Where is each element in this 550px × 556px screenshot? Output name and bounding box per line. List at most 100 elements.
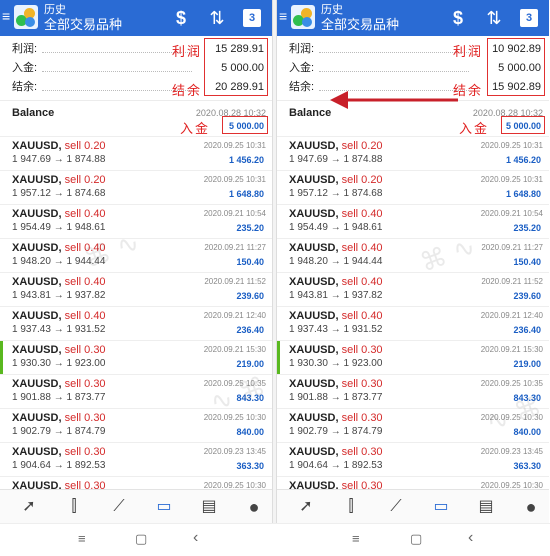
trade-symbol: XAUUSD, [12, 276, 62, 288]
trade-row[interactable]: XAUUSD, sell 0.30 1 930.30 → 1 923.00 2020… [277, 340, 549, 375]
highlight-box [204, 38, 268, 96]
trade-date: 2020.09.21 10:54 [203, 209, 266, 218]
page-title: 历史 [44, 4, 66, 16]
trade-row[interactable]: XAUUSD, sell 0.20 1 947.69 → 1 874.88 2020… [277, 136, 549, 170]
trade-row[interactable]: XAUUSD, sell 0.40 1 948.20 → 1 944.44 2020… [0, 238, 272, 272]
summary-label: 结余: [12, 81, 38, 93]
chat-icon[interactable]: ● [518, 495, 544, 519]
trade-prices: 1 954.49 → 1 948.61 [12, 222, 106, 233]
trade-row[interactable]: XAUUSD, sell 0.30 1 901.88 → 1 873.77 2020… [0, 374, 272, 408]
trade-side: sell 0.40 [64, 242, 106, 254]
trade-side: sell 0.30 [64, 344, 106, 356]
trade-row[interactable]: XAUUSD, sell 0.30 1 901.88 → 1 873.77 2020… [277, 374, 549, 408]
trade-row[interactable]: XAUUSD, sell 0.40 1 954.49 → 1 948.61 2020… [0, 204, 272, 238]
trade-symbol: XAUUSD, [289, 276, 339, 288]
trade-profit: 150.40 [513, 257, 541, 267]
trade-date: 2020.09.21 11:27 [481, 243, 543, 252]
trade-prices: 1 948.20 → 1 944.44 [12, 256, 106, 267]
trend-lines-icon[interactable]: ⟋ [383, 495, 409, 519]
trade-row[interactable]: XAUUSD, sell 0.20 1 957.12 → 1 874.68 2020… [0, 170, 272, 204]
trade-symbol-line: XAUUSD, sell 0.20 [12, 140, 106, 152]
chart-arrow-icon[interactable]: ➚ [16, 495, 42, 519]
trade-date: 2020.09.25 10:31 [203, 175, 266, 184]
trade-row[interactable]: XAUUSD, sell 0.20 1 957.12 → 1 874.68 2020… [277, 170, 549, 204]
trade-date: 2020.09.25 10:30 [480, 413, 543, 422]
trade-row[interactable]: XAUUSD, sell 0.40 1 937.43 → 1 931.52 2020… [0, 306, 272, 340]
trade-side: sell 0.30 [341, 344, 383, 356]
sort-icon[interactable]: ⇅ [483, 8, 505, 28]
trade-date: 2020.09.23 13:45 [203, 447, 266, 456]
sort-icon[interactable]: ⇅ [206, 8, 228, 28]
news-icon[interactable]: ▤ [473, 495, 499, 519]
trade-prices: 1 943.81 → 1 937.82 [289, 290, 383, 301]
trade-symbol: XAUUSD, [12, 140, 62, 152]
trade-symbol: XAUUSD, [12, 208, 62, 220]
home-button[interactable]: ▢ [135, 531, 147, 547]
candlestick-icon[interactable]: ⫿ [338, 495, 364, 519]
trade-prices: 1 904.64 → 1 892.53 [289, 460, 383, 471]
trade-profit: 840.00 [236, 427, 264, 437]
trade-row[interactable]: XAUUSD, sell 0.30 1 902.79 → 1 874.79 2020… [0, 408, 272, 442]
trade-symbol-line: XAUUSD, sell 0.20 [289, 174, 383, 186]
chat-icon[interactable]: ● [241, 495, 267, 519]
calendar-icon[interactable]: 3 [520, 9, 538, 27]
dollar-exchange-icon[interactable]: $ [447, 8, 469, 28]
trade-row[interactable]: XAUUSD, sell 0.20 1 947.69 → 1 874.88 2020… [0, 136, 272, 170]
calendar-icon[interactable]: 3 [243, 9, 261, 27]
recent-apps-button[interactable]: ≡ [352, 531, 360, 546]
news-icon[interactable]: ▤ [196, 495, 222, 519]
history-panel-left: ≡ 历史 全部交易品种 $ ⇅ 3 利润: 15 289.91 入金: 5 00… [0, 0, 272, 523]
trade-row[interactable]: XAUUSD, sell 0.40 1 943.81 → 1 937.82 2020… [0, 272, 272, 306]
trade-profit: 239.60 [513, 291, 541, 301]
back-button[interactable]: ‹ [193, 529, 198, 547]
symbol-filter[interactable]: 全部交易品种 [321, 17, 399, 32]
trade-symbol-line: XAUUSD, sell 0.30 [12, 344, 106, 356]
trade-row[interactable]: XAUUSD, sell 0.40 1 943.81 → 1 937.82 2020… [277, 272, 549, 306]
trade-row[interactable]: XAUUSD, sell 0.40 1 954.49 → 1 948.61 2020… [277, 204, 549, 238]
trade-prices: 1 901.88 → 1 873.77 [289, 392, 383, 403]
page-title: 历史 [321, 4, 343, 16]
trade-prices: 1 902.79 → 1 874.79 [289, 426, 383, 437]
trade-row[interactable]: XAUUSD, sell 0.30 1 904.64 → 1 892.53 2020… [0, 442, 272, 476]
trade-symbol: XAUUSD, [289, 310, 339, 322]
trade-prices: 1 937.43 → 1 931.52 [12, 324, 106, 335]
trade-date: 2020.09.21 11:27 [204, 243, 266, 252]
home-button[interactable]: ▢ [410, 531, 422, 547]
trade-side: sell 0.30 [64, 446, 106, 458]
symbol-filter[interactable]: 全部交易品种 [44, 17, 122, 32]
trade-symbol-line: XAUUSD, sell 0.40 [12, 310, 106, 322]
trade-row[interactable]: XAUUSD, sell 0.30 1 904.64 → 1 892.53 2020… [277, 442, 549, 476]
trade-row[interactable]: XAUUSD, sell 0.40 1 948.20 → 1 944.44 2020… [277, 238, 549, 272]
inbox-icon[interactable]: ▭ [428, 495, 454, 519]
menu-icon[interactable]: ≡ [2, 9, 10, 23]
app-bar: ≡ 历史 全部交易品种 $ ⇅ 3 [0, 0, 272, 36]
dollar-exchange-icon[interactable]: $ [170, 8, 192, 28]
inbox-icon[interactable]: ▭ [151, 495, 177, 519]
annotation-balance: 结余 [172, 84, 203, 99]
trend-lines-icon[interactable]: ⟋ [106, 495, 132, 519]
candlestick-icon[interactable]: ⫿ [61, 495, 87, 519]
trade-date: 2020.09.21 11:52 [204, 277, 266, 286]
trade-prices: 1 947.69 → 1 874.88 [289, 154, 383, 165]
chart-arrow-icon[interactable]: ➚ [293, 495, 319, 519]
summary-label: 入金: [12, 62, 38, 74]
trade-profit: 1 456.20 [228, 155, 264, 165]
trade-row[interactable]: XAUUSD, sell 0.30 1 930.30 → 1 923.00 2020… [0, 340, 272, 375]
trade-date: 2020.09.25 10:35 [203, 379, 266, 388]
trade-symbol-line: XAUUSD, sell 0.30 [289, 378, 383, 390]
trade-side: sell 0.40 [64, 208, 106, 220]
menu-icon[interactable]: ≡ [279, 9, 287, 23]
trade-row[interactable]: XAUUSD, sell 0.30 1 902.79 → 1 874.79 2020… [277, 408, 549, 442]
back-button[interactable]: ‹ [468, 529, 473, 547]
trade-side: sell 0.40 [341, 310, 383, 322]
trade-symbol-line: XAUUSD, sell 0.40 [289, 242, 383, 254]
trade-date: 2020.09.25 10:35 [480, 379, 543, 388]
highlight-box [222, 116, 268, 134]
summary-label: 利润: [289, 43, 315, 55]
trade-symbol: XAUUSD, [12, 242, 62, 254]
app-logo [14, 5, 38, 29]
trade-symbol-line: XAUUSD, sell 0.30 [289, 446, 383, 458]
trade-row[interactable]: XAUUSD, sell 0.40 1 937.43 → 1 931.52 2020… [277, 306, 549, 340]
recent-apps-button[interactable]: ≡ [78, 531, 86, 546]
trade-date: 2020.09.21 12:40 [480, 311, 543, 320]
